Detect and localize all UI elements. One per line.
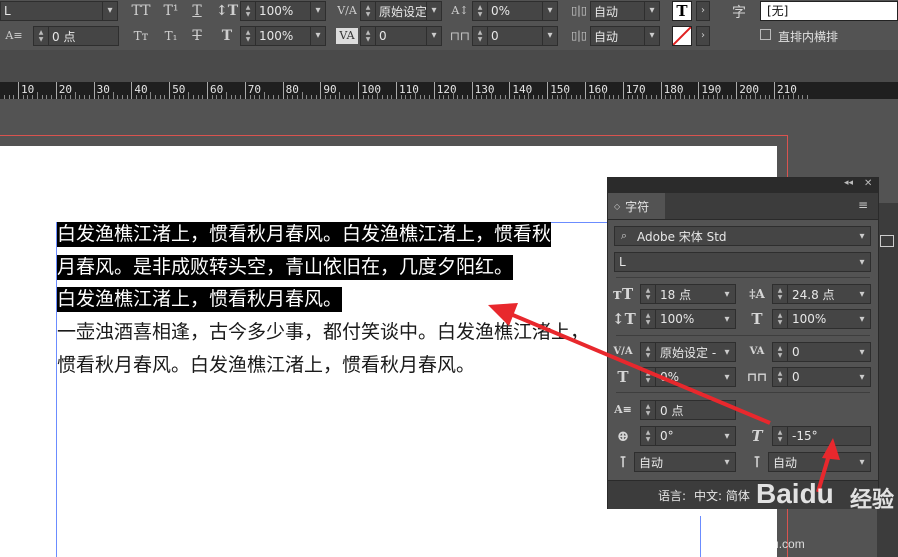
arrow-to-text-line — [507, 311, 771, 425]
arrowhead-skew-icon — [822, 438, 840, 460]
annotation-arrows — [488, 303, 840, 493]
watermark-brand: Baidu — [756, 478, 834, 509]
watermark-suffix: 经验 — [850, 488, 895, 513]
baidu-watermark: Baidu 经验 — [756, 478, 896, 518]
watermark-url: jingyan.baidu.com — [708, 537, 805, 551]
arrowhead-text-icon — [488, 303, 518, 326]
